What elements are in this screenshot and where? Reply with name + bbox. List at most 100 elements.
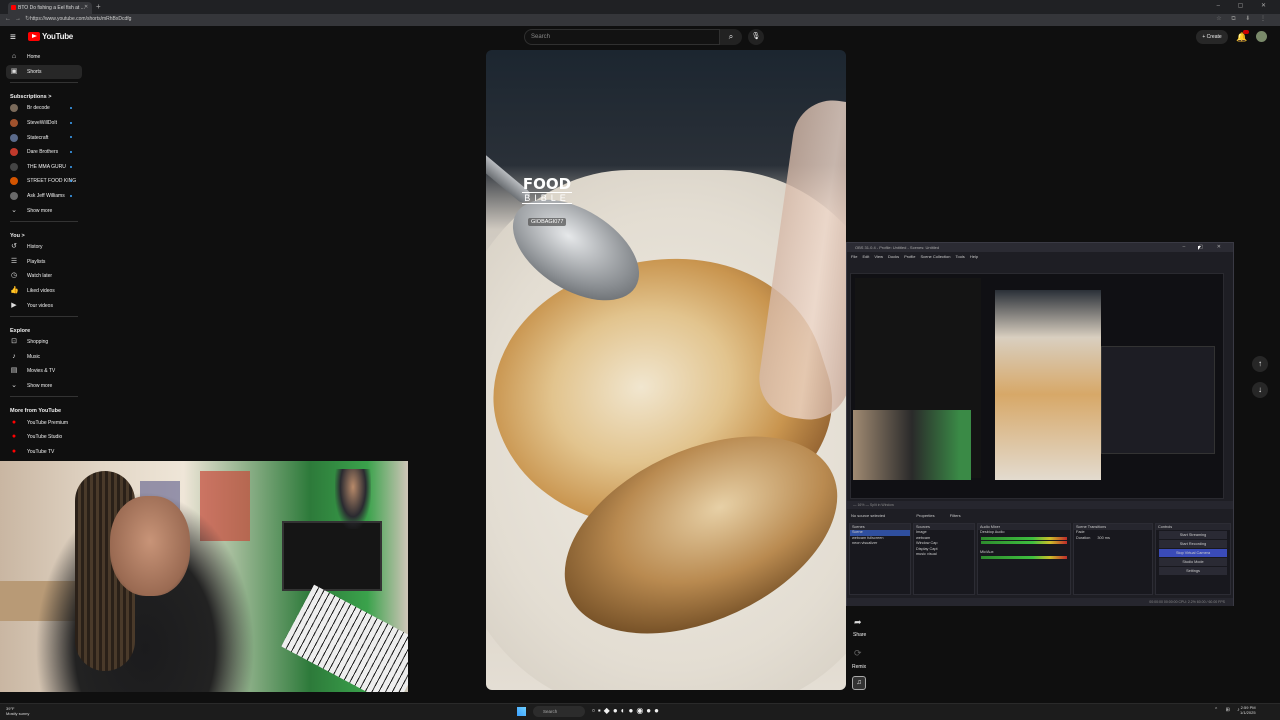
duration-input[interactable]: 300 ms [1097, 536, 1109, 540]
sidebar-item-watch-later[interactable]: ◷ Watch later [0, 269, 88, 284]
start-recording-button[interactable]: Start Recording [1159, 540, 1227, 548]
filters-button[interactable]: Filters [950, 513, 961, 518]
obs-menu-docks[interactable]: Docks [888, 254, 899, 262]
sidebar-item-subscription[interactable]: STREET FOOD KING [0, 174, 88, 189]
volume-meter [981, 536, 1067, 540]
share-label[interactable]: Share [853, 632, 866, 638]
obs-menu-help[interactable]: Help [970, 254, 978, 262]
second-person-image [335, 469, 371, 529]
face-image [110, 496, 190, 596]
obs-title-bar[interactable]: OBS 31.0.4 - Profile: Untitled - Scenes:… [847, 243, 1233, 252]
sidebar-item-studio[interactable]: ● YouTube Studio [0, 430, 88, 445]
search-input[interactable]: Search [524, 29, 720, 45]
obs-window[interactable]: OBS 31.0.4 - Profile: Untitled - Scenes:… [846, 242, 1234, 606]
sidebar-item-movies[interactable]: ▤ Movies & TV [0, 364, 88, 379]
new-content-dot [70, 136, 72, 139]
history-icon: ↺ [11, 243, 17, 251]
shorts-video-player[interactable]: FOOD BIBLE GIOBAGI077 [486, 50, 846, 690]
sidebar-item-shorts[interactable]: ▣ Shorts [6, 64, 82, 80]
obs-menu-view[interactable]: View [874, 254, 883, 262]
divider [10, 396, 78, 398]
menu-icon[interactable]: ≡ [10, 32, 16, 43]
explore-heading: Explore [10, 327, 31, 334]
obs-preview[interactable] [850, 273, 1224, 499]
sidebar-item-playlists[interactable]: ☰ Playlists [0, 255, 88, 270]
taskbar-app-icons[interactable]: ▫▪◆●◐●◉●● [592, 706, 662, 715]
taskbar-search-input[interactable]: Search [533, 706, 585, 717]
sidebar-item-subscription[interactable]: Br decode [0, 101, 88, 116]
system-tray-icons[interactable]: ⌃ ⊞ ♪ [1214, 707, 1243, 713]
show-more-subscriptions[interactable]: ⌄ Show more [0, 203, 88, 218]
url-field[interactable]: https://www.youtube.com/shorts/mRhBxDcdf… [30, 16, 131, 22]
channel-avatar-icon [10, 192, 18, 201]
obs-menu-file[interactable]: File [851, 254, 857, 262]
sidebar-item-your-videos[interactable]: ▶ Your videos [0, 298, 88, 313]
channel-avatar-icon [10, 177, 18, 186]
obs-menu-tools[interactable]: Tools [955, 254, 964, 262]
sidebar-item-premium[interactable]: ● YouTube Premium [0, 415, 88, 430]
new-content-dot [70, 165, 72, 168]
extension-icons[interactable]: ☆ ⧉ ⬇ ⋮ [1216, 15, 1270, 23]
keyboard-image [281, 584, 408, 692]
youtube-favicon-icon [11, 5, 16, 10]
obs-menu-scene-collection[interactable]: Scene Collection [920, 254, 950, 262]
avatar[interactable] [1256, 31, 1267, 42]
bag-icon: ⊡ [11, 338, 17, 346]
obs-menu-edit[interactable]: Edit [862, 254, 869, 262]
obs-menu-profile[interactable]: Profile [904, 254, 915, 262]
subscriptions-heading[interactable]: Subscriptions > [0, 86, 88, 101]
sidebar-item-subscription[interactable]: THE MMA GURU [0, 160, 88, 175]
channel-name: Ask Jeff Williams [27, 193, 65, 200]
music-icon: ♪ [12, 352, 16, 360]
channel-name: THE MMA GURU [27, 163, 66, 170]
shorts-icon: ▣ [10, 67, 18, 75]
sidebar-item-subscription[interactable]: Statecraft [0, 130, 88, 145]
remix-label[interactable]: Remix [852, 664, 866, 670]
sound-thumbnail[interactable]: ♫ [852, 676, 866, 690]
sidebar-item-history[interactable]: ↺ History [0, 240, 88, 255]
new-tab-icon[interactable]: + [96, 2, 101, 11]
source-item[interactable]: music visual [914, 552, 974, 558]
tab-close-icon[interactable]: ✕ [84, 4, 88, 10]
you-heading[interactable]: You > [0, 225, 88, 240]
settings-button[interactable]: Settings [1159, 567, 1227, 575]
studio-mode-button[interactable]: Studio Mode [1159, 558, 1227, 566]
windows-start-icon[interactable] [517, 707, 526, 716]
nested-video-image [995, 290, 1101, 480]
mixer-channel-label: Mic/Aux [980, 549, 994, 554]
remix-icon[interactable]: ⟳ [854, 648, 862, 659]
properties-button[interactable]: Properties [916, 513, 934, 518]
taskbar-clock[interactable]: 2:59 PM 1/1/2025 [1240, 705, 1256, 715]
share-icon[interactable]: ➦ [854, 617, 862, 628]
weather-widget[interactable]: 39°F Mostly sunny [6, 706, 29, 716]
sidebar-item-subscription[interactable]: Dare Brothers [0, 145, 88, 160]
new-content-dot [70, 121, 72, 124]
subscriptions-list: Br decode SteveWillDoIt Statecraft Dare Bro… [0, 101, 88, 203]
microphone-icon[interactable]: 🎙 [748, 29, 764, 45]
next-short-arrow-down-icon[interactable]: ↓ [1252, 382, 1268, 398]
youtube-logo-icon[interactable] [28, 32, 40, 41]
controls-title: Controls [1156, 524, 1230, 530]
youtube-logo-text[interactable]: YouTube [42, 32, 73, 41]
sidebar-item-shopping[interactable]: ⊡ Shopping [0, 335, 88, 350]
obs-status-bar: 00:00:00 00:00:00 CPU: 2.2% 60.00 / 60.0… [847, 598, 1233, 606]
obs-window-controls[interactable]: – ▢ ✕ [1183, 244, 1227, 250]
more-from-youtube-heading: More from YouTube [10, 408, 62, 415]
start-streaming-button[interactable]: Start Streaming [1159, 531, 1227, 539]
previous-short-arrow-up-icon[interactable]: ↑ [1252, 356, 1268, 372]
stop-virtual-camera-button[interactable]: Stop Virtual Camera [1159, 549, 1227, 557]
create-button[interactable]: + Create [1196, 30, 1228, 44]
show-more-explore[interactable]: ⌄ Show more [0, 379, 88, 394]
tab-title: BTO Do fishing a Eel fish at ... [18, 5, 85, 11]
scene-item[interactable]: neon visualizer [850, 541, 910, 547]
window-controls[interactable]: – ▢ ✕ [1217, 2, 1274, 9]
browser-tab[interactable]: BTO Do fishing a Eel fish at ... [8, 2, 92, 14]
search-icon[interactable]: ⌕ [720, 29, 742, 45]
sidebar-item-liked-videos[interactable]: 👍 Liked videos [0, 284, 88, 299]
scenes-dock: Scenes Scene webcam fullscreen neon visu… [849, 523, 911, 595]
sidebar-item-tv[interactable]: ● YouTube TV [0, 444, 88, 459]
sidebar-item-home[interactable]: ⌂ Home [0, 50, 88, 65]
sidebar-item-subscription[interactable]: SteveWillDoIt [0, 116, 88, 131]
sidebar-item-subscription[interactable]: Ask Jeff Williams [0, 189, 88, 204]
sidebar-item-music[interactable]: ♪ Music [0, 350, 88, 365]
